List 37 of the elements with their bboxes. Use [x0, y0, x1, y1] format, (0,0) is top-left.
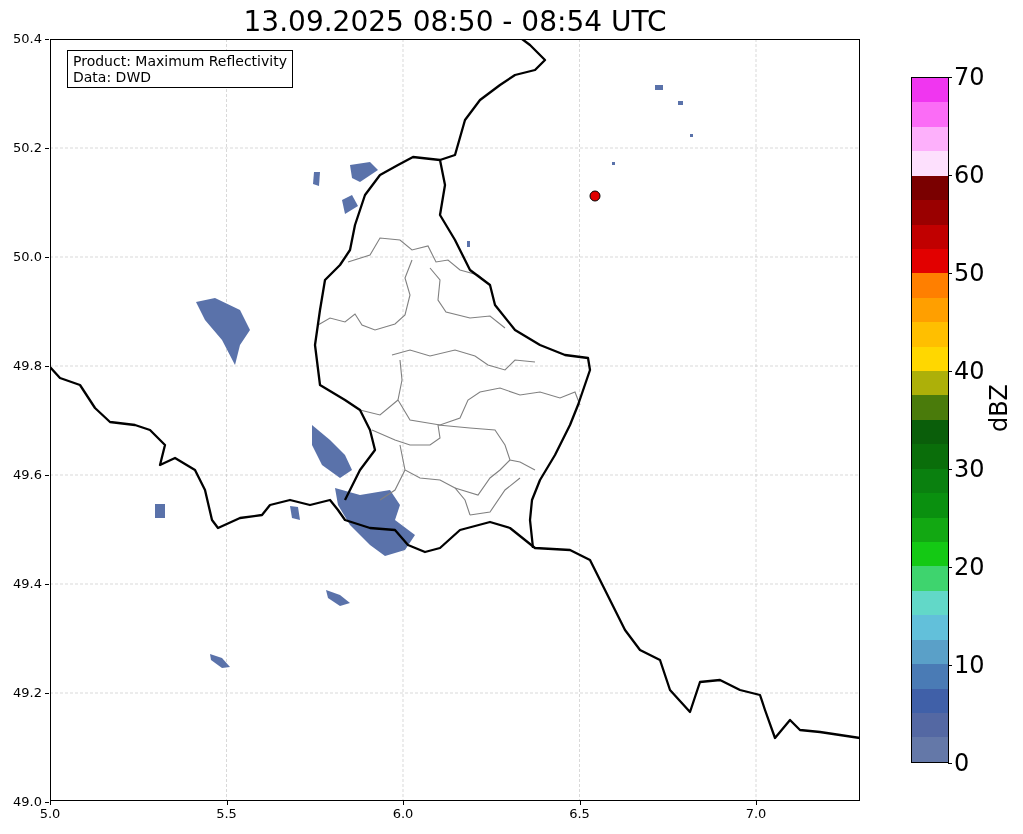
y-axis-tick-label: 50.2 — [12, 140, 42, 156]
colorbar-tick-label: 0 — [954, 749, 970, 777]
colorbar-tick-label: 60 — [954, 161, 985, 189]
colorbar-tick-label: 50 — [954, 259, 985, 287]
legend-text: Data: DWD — [73, 69, 152, 85]
tick-mark — [226, 801, 228, 805]
tick-mark — [756, 801, 757, 805]
y-axis-tick-label: 50.0 — [12, 249, 42, 265]
tick-mark — [45, 148, 49, 149]
tick-mark — [45, 366, 49, 367]
x-axis-tick-label: 6.0 — [391, 806, 415, 822]
colorbar-tick-label: 20 — [954, 553, 985, 581]
tick-mark — [45, 584, 49, 585]
tick-mark — [45, 257, 49, 258]
y-axis-tick-label: 49.8 — [12, 358, 42, 374]
tick-mark — [45, 475, 49, 476]
colorbar-tick-label: 40 — [954, 357, 985, 385]
y-axis-tick-label: 49.0 — [12, 794, 42, 809]
legend-text: Product: Maximum Reflectivity — [73, 53, 287, 69]
x-axis-tick-label: 5.0 — [38, 806, 62, 822]
x-axis-tick-label: 5.5 — [215, 806, 238, 822]
tick-mark — [45, 39, 49, 40]
location-marker — [589, 190, 601, 202]
colorbar-tick-label: 10 — [954, 651, 985, 679]
y-axis-tick-label: 49.6 — [12, 467, 42, 483]
colorbar-label: dBZ — [985, 382, 1013, 435]
tick-mark — [579, 801, 581, 805]
colorbar-tick-label: 70 — [954, 63, 985, 91]
y-axis-tick-label: 49.4 — [12, 576, 42, 592]
tick-mark — [403, 801, 404, 805]
y-axis-tick-label: 49.2 — [12, 685, 42, 701]
x-axis-tick-label: 6.5 — [568, 806, 591, 822]
colorbar-tick-label: 30 — [954, 455, 985, 483]
chart-title: 13.09.2025 08:50 - 08:54 UTC — [242, 4, 668, 40]
tick-mark — [45, 693, 49, 694]
y-axis-tick-label: 50.4 — [12, 31, 42, 47]
x-axis-tick-label: 7.0 — [744, 806, 768, 822]
